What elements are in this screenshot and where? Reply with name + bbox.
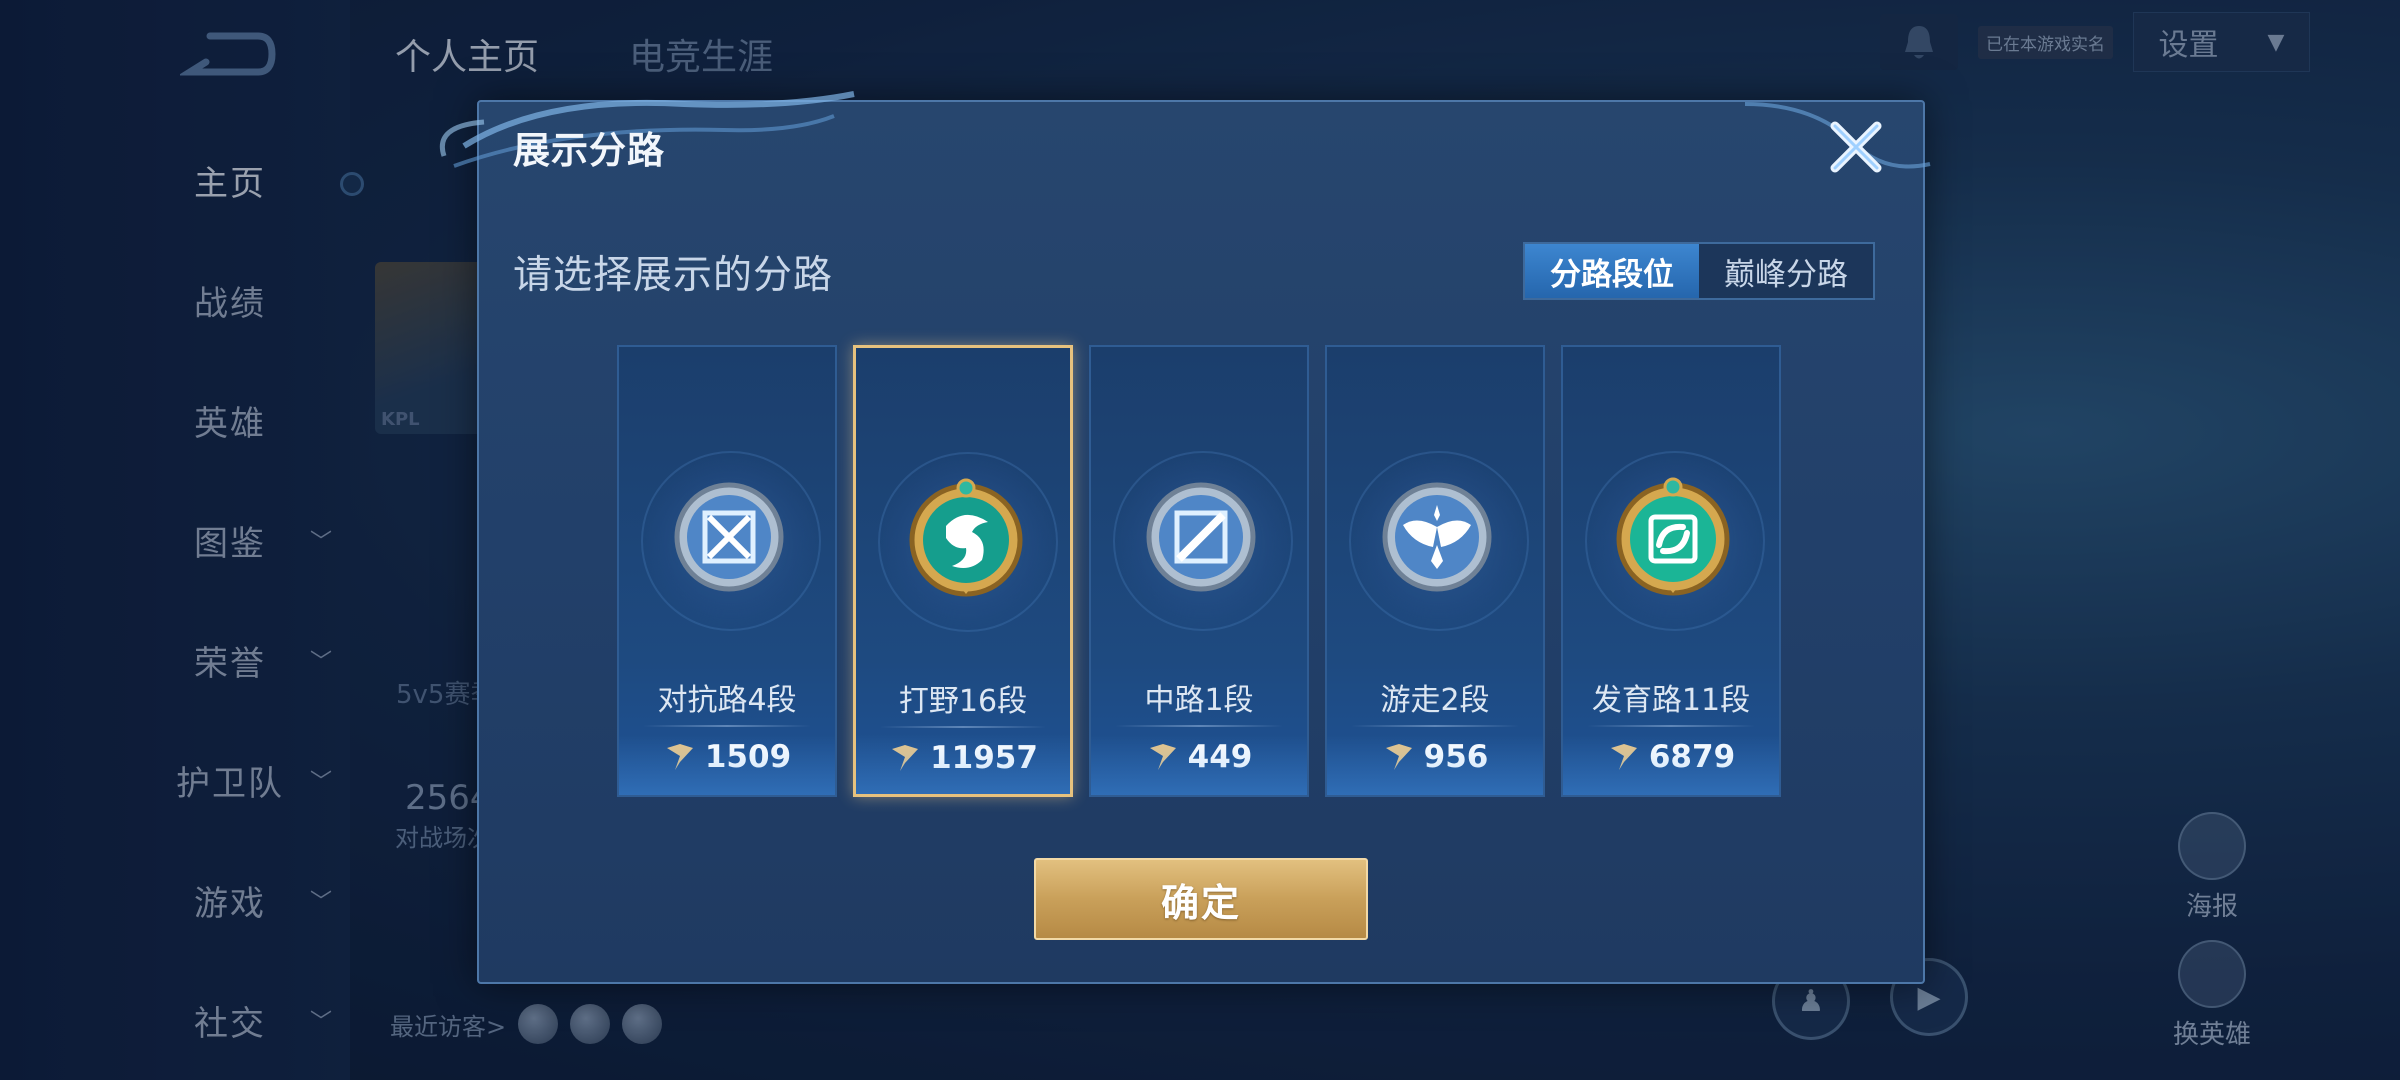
mid-lane-icon bbox=[1146, 482, 1256, 592]
card-glow bbox=[1327, 735, 1543, 795]
farm-lane-icon bbox=[1616, 477, 1730, 596]
toggle-lane-rank[interactable]: 分路段位 bbox=[1525, 244, 1699, 298]
divider bbox=[643, 725, 811, 727]
card-glow bbox=[1563, 735, 1779, 795]
lane-card-jungle[interactable]: 打野16段 11957 bbox=[853, 345, 1073, 797]
card-glow bbox=[856, 734, 1070, 794]
lane-name: 打野16段 bbox=[898, 684, 1028, 719]
lane-select-dialog: 展示分路 请选择展示的分路 分路段位 巅峰分路 对抗路4段 1509 bbox=[440, 91, 1931, 984]
dialog-subtitle: 请选择展示的分路 bbox=[513, 253, 834, 298]
card-glow bbox=[619, 735, 835, 795]
lane-card-mid[interactable]: 中路1段 449 bbox=[1089, 345, 1309, 797]
roam-wings-icon bbox=[1382, 482, 1492, 592]
clash-lane-sword-icon bbox=[674, 482, 784, 592]
card-glow bbox=[1091, 735, 1307, 795]
divider bbox=[1587, 725, 1755, 727]
toggle-peak-lane[interactable]: 巅峰分路 bbox=[1699, 244, 1873, 298]
dialog-title: 展示分路 bbox=[513, 129, 665, 172]
divider bbox=[1351, 725, 1519, 727]
view-toggle: 分路段位 巅峰分路 bbox=[1523, 242, 1875, 300]
lane-card-clash[interactable]: 对抗路4段 1509 bbox=[617, 345, 837, 797]
lane-card-roam[interactable]: 游走2段 956 bbox=[1325, 345, 1545, 797]
lane-card-farm[interactable]: 发育路11段 6879 bbox=[1561, 345, 1781, 797]
lane-name: 游走2段 bbox=[1380, 683, 1490, 718]
lane-list: 对抗路4段 1509 打野16段 11957 bbox=[617, 345, 1781, 797]
lane-name: 发育路11段 bbox=[1591, 683, 1751, 718]
divider bbox=[1115, 725, 1283, 727]
divider bbox=[880, 726, 1046, 728]
confirm-button[interactable]: 确定 bbox=[1034, 858, 1368, 940]
jungle-dragon-icon bbox=[909, 478, 1023, 597]
close-icon[interactable] bbox=[1825, 116, 1887, 178]
lane-name: 中路1段 bbox=[1144, 683, 1254, 718]
lane-name: 对抗路4段 bbox=[657, 683, 797, 718]
